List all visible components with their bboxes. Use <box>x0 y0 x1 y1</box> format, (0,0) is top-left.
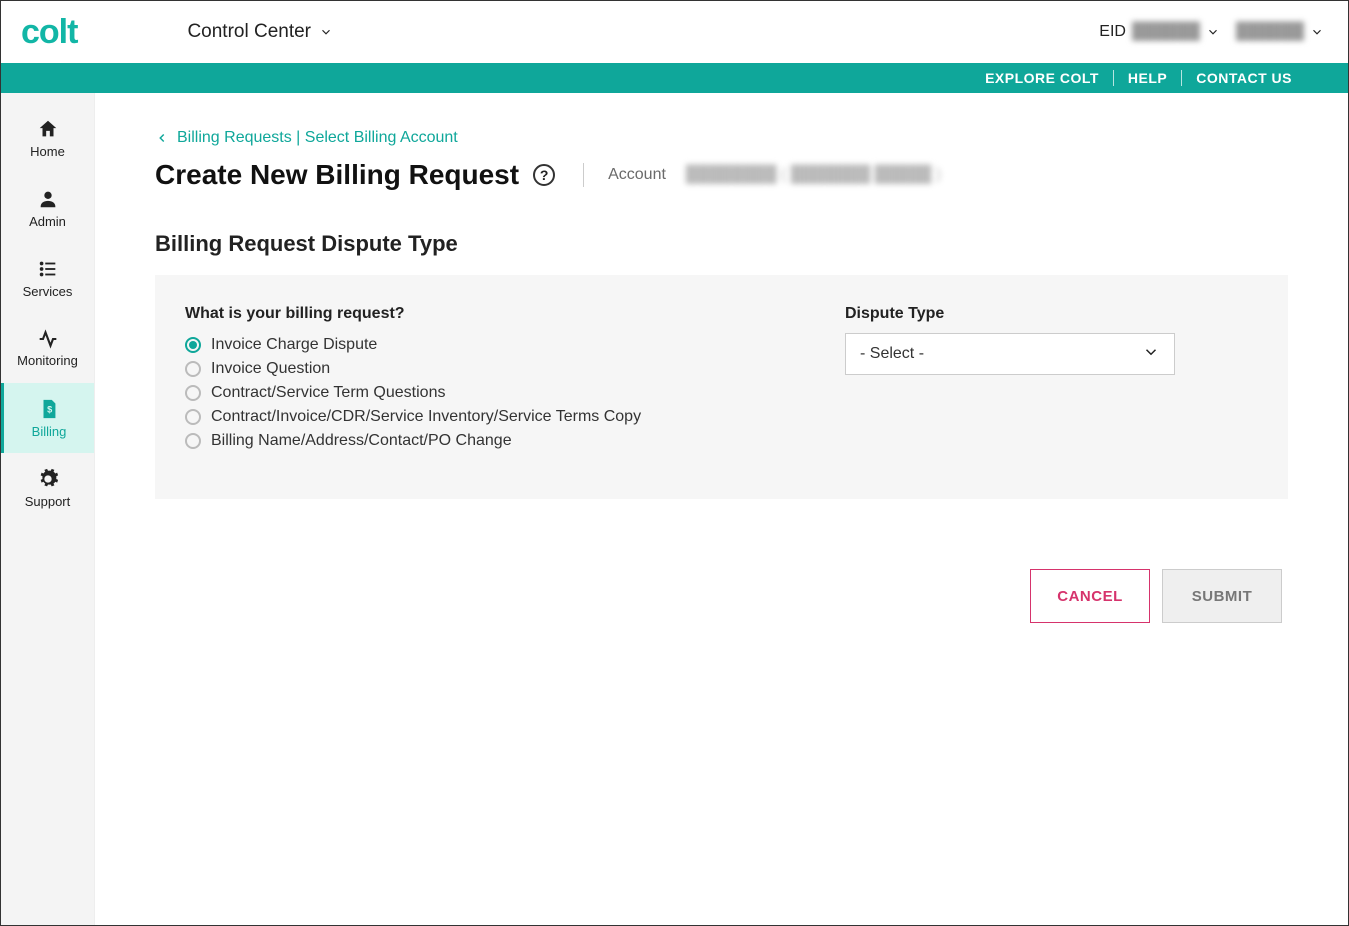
explore-link[interactable]: EXPLORE COLT <box>985 70 1099 86</box>
button-label: SUBMIT <box>1192 588 1253 605</box>
dispute-type-column: Dispute Type - Select - <box>845 305 1195 453</box>
dispute-type-select[interactable]: - Select - <box>845 333 1175 375</box>
radio-label: Contract/Service Term Questions <box>211 384 445 402</box>
sidebar-item-label: Support <box>25 494 71 509</box>
title-row: Create New Billing Request ? Account ███… <box>155 159 1288 191</box>
help-icon[interactable]: ? <box>533 164 555 186</box>
app-switcher-label: Control Center <box>187 21 311 43</box>
question-column: What is your billing request? Invoice Ch… <box>185 305 705 453</box>
chevron-left-icon <box>155 131 169 145</box>
submit-button[interactable]: SUBMIT <box>1162 569 1282 623</box>
help-link[interactable]: HELP <box>1128 70 1167 86</box>
eid-dropdown[interactable]: EID ██████ <box>1099 23 1220 41</box>
radio-option-invoice-question[interactable]: Invoice Question <box>185 357 705 381</box>
user-icon <box>37 188 59 210</box>
radio-label: Billing Name/Address/Contact/PO Change <box>211 432 512 450</box>
sidebar-item-label: Admin <box>29 214 66 229</box>
account-value: ████████ ( ███████ █████ ) <box>686 166 941 184</box>
form-panel: What is your billing request? Invoice Ch… <box>155 275 1288 499</box>
chevron-down-icon <box>319 25 333 39</box>
sidebar-item-label: Home <box>30 144 65 159</box>
teal-nav: EXPLORE COLT HELP CONTACT US <box>1 63 1348 93</box>
brand-logo: colt <box>21 13 77 52</box>
divider <box>1113 70 1114 86</box>
activity-icon <box>36 329 60 349</box>
gear-icon <box>37 468 59 490</box>
chevron-down-icon <box>1142 343 1160 366</box>
top-bar: colt Control Center EID ██████ ██████ <box>1 1 1348 63</box>
section-title: Billing Request Dispute Type <box>155 231 1288 257</box>
radio-icon <box>185 337 201 353</box>
sidebar-item-label: Monitoring <box>17 353 78 368</box>
eid-value: ██████ <box>1132 23 1200 41</box>
radio-label: Contract/Invoice/CDR/Service Inventory/S… <box>211 408 641 426</box>
breadcrumb[interactable]: Billing Requests | Select Billing Accoun… <box>155 129 1288 147</box>
breadcrumb-text: Billing Requests | Select Billing Accoun… <box>177 129 458 147</box>
radio-option-copy[interactable]: Contract/Invoice/CDR/Service Inventory/S… <box>185 405 705 429</box>
sidebar-item-label: Services <box>23 284 73 299</box>
contact-link[interactable]: CONTACT US <box>1196 70 1292 86</box>
radio-icon <box>185 409 201 425</box>
question-label: What is your billing request? <box>185 305 705 323</box>
radio-option-contract-service-term[interactable]: Contract/Service Term Questions <box>185 381 705 405</box>
list-icon <box>37 258 59 280</box>
divider <box>583 163 584 187</box>
radio-icon <box>185 385 201 401</box>
dispute-type-label: Dispute Type <box>845 305 1195 323</box>
radio-option-invoice-charge-dispute[interactable]: Invoice Charge Dispute <box>185 333 705 357</box>
main-content: Billing Requests | Select Billing Accoun… <box>95 93 1348 925</box>
account-label: Account <box>608 166 666 184</box>
user-name: ██████ <box>1236 23 1304 41</box>
sidebar-item-admin[interactable]: Admin <box>1 173 94 243</box>
divider <box>1181 70 1182 86</box>
billing-icon: $ <box>38 398 60 420</box>
radio-icon <box>185 361 201 377</box>
sidebar-item-monitoring[interactable]: Monitoring <box>1 313 94 383</box>
chevron-down-icon <box>1310 25 1324 39</box>
chevron-down-icon <box>1206 25 1220 39</box>
sidebar: Home Admin Services Monitoring <box>1 93 95 925</box>
app-switcher[interactable]: Control Center <box>187 21 333 43</box>
home-icon <box>37 118 59 140</box>
user-dropdown[interactable]: ██████ <box>1236 23 1324 41</box>
sidebar-item-services[interactable]: Services <box>1 243 94 313</box>
cancel-button[interactable]: CANCEL <box>1030 569 1150 623</box>
radio-label: Invoice Charge Dispute <box>211 336 377 354</box>
sidebar-item-support[interactable]: Support <box>1 453 94 523</box>
button-row: CANCEL SUBMIT <box>155 569 1288 623</box>
radio-icon <box>185 433 201 449</box>
top-right: EID ██████ ██████ <box>1099 23 1324 41</box>
select-value: - Select - <box>860 345 924 363</box>
sidebar-item-home[interactable]: Home <box>1 103 94 173</box>
sidebar-item-label: Billing <box>32 424 67 439</box>
button-label: CANCEL <box>1057 588 1123 605</box>
page-title: Create New Billing Request <box>155 159 519 191</box>
radio-option-billing-change[interactable]: Billing Name/Address/Contact/PO Change <box>185 429 705 453</box>
sidebar-item-billing[interactable]: $ Billing <box>1 383 94 453</box>
svg-text:$: $ <box>47 404 52 414</box>
eid-label: EID <box>1099 23 1126 41</box>
radio-label: Invoice Question <box>211 360 330 378</box>
